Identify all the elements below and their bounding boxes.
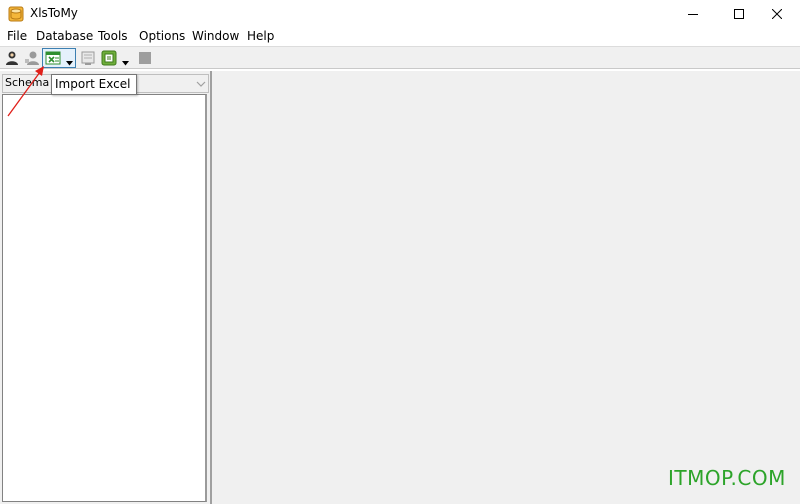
- database-cylinder-icon: [8, 6, 24, 22]
- window-title: XlsToMy: [30, 6, 78, 20]
- mdi-workspace: [211, 71, 800, 504]
- run-icon[interactable]: [101, 50, 117, 66]
- menu-tools[interactable]: Tools: [98, 29, 128, 43]
- minimize-button[interactable]: [670, 0, 716, 28]
- menu-file[interactable]: File: [7, 29, 27, 43]
- menu-options[interactable]: Options: [139, 29, 185, 43]
- chevron-down-icon[interactable]: [196, 78, 206, 92]
- annotation-arrow-icon: [7, 66, 44, 117]
- export-icon[interactable]: [80, 50, 96, 66]
- title-bar[interactable]: XlsToMy: [0, 0, 800, 28]
- stop-icon[interactable]: [137, 50, 153, 66]
- menu-window[interactable]: Window: [192, 29, 239, 43]
- watermark-logo: ITMOP.COM: [668, 466, 786, 490]
- schema-panel: Schema: [0, 71, 211, 504]
- close-button[interactable]: [754, 0, 800, 28]
- menu-help[interactable]: Help: [247, 29, 274, 43]
- run-dropdown-icon[interactable]: [122, 55, 129, 66]
- menu-bar: File Database Tools Options Window Help: [0, 28, 800, 46]
- menu-database[interactable]: Database: [36, 29, 93, 43]
- toolbar: [0, 46, 800, 69]
- import-excel-dropdown-icon[interactable]: [66, 55, 73, 66]
- import-excel-tooltip: Import Excel: [51, 74, 138, 95]
- schema-tree[interactable]: [2, 94, 207, 502]
